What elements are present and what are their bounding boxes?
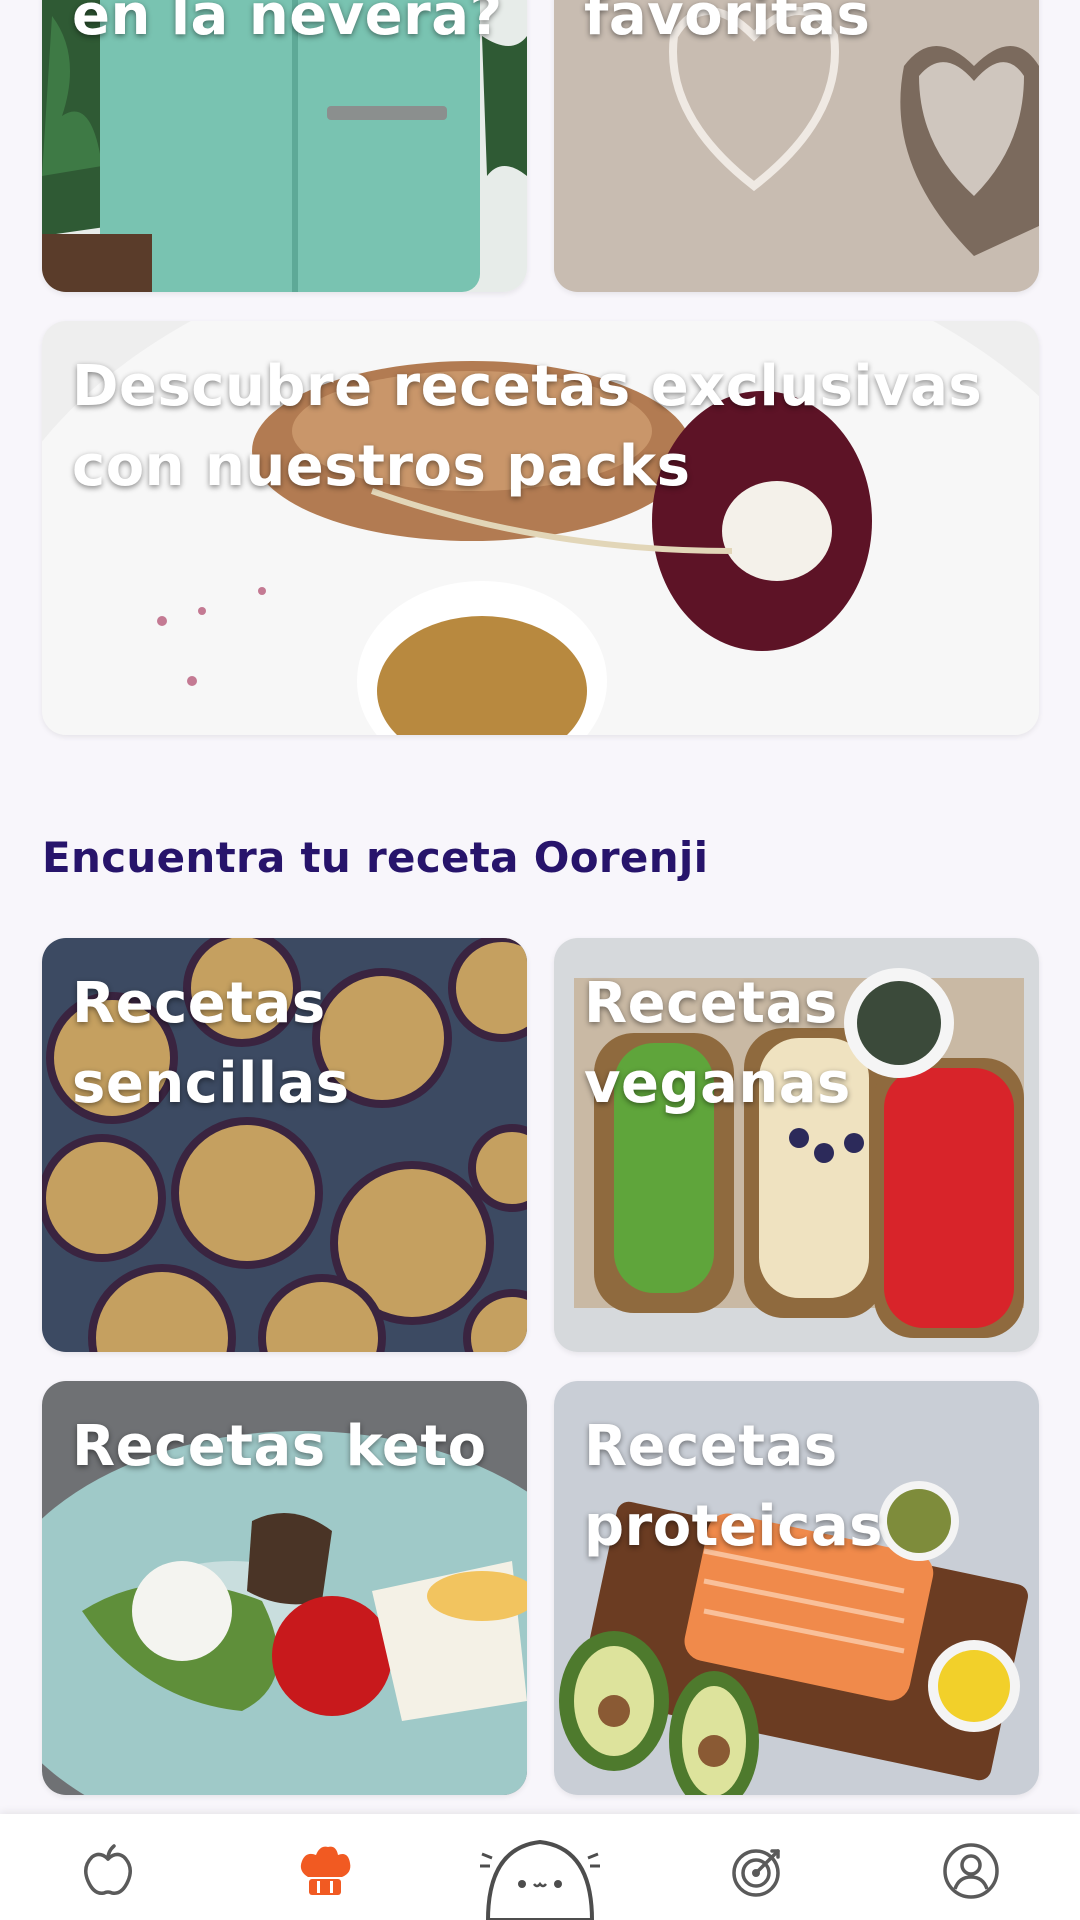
- vegan-recipes-title: Recetas veganas: [584, 971, 851, 1116]
- chef-hat-icon: [300, 1846, 351, 1895]
- favorites-card-title: favoritas: [584, 0, 871, 48]
- packs-banner[interactable]: Descubre recetas exclusivas con nuestros…: [42, 321, 1039, 735]
- protein-recipes-title: Recetas proteicas: [584, 1414, 883, 1559]
- fridge-card-title: en la nevera?: [72, 0, 503, 48]
- fridge-card[interactable]: en la nevera?: [42, 0, 527, 292]
- keto-recipes-title: Recetas keto: [72, 1414, 487, 1479]
- nav-home[interactable]: [480, 1808, 600, 1920]
- nav-goals[interactable]: [723, 1836, 793, 1906]
- mascot-icon: [480, 1839, 600, 1920]
- keto-recipes-card[interactable]: Recetas keto: [42, 1381, 527, 1795]
- vegan-recipes-card[interactable]: Recetas veganas: [554, 938, 1039, 1352]
- favorites-card[interactable]: favoritas: [554, 0, 1039, 292]
- packs-banner-title: Descubre recetas exclusivas con nuestros…: [72, 354, 983, 499]
- target-icon: [732, 1849, 780, 1897]
- user-icon: [943, 1843, 999, 1899]
- section-title: Encuentra tu receta Oorenji: [42, 833, 709, 882]
- apple-icon: [84, 1844, 132, 1895]
- nav-recipes[interactable]: [289, 1836, 359, 1906]
- nav-profile[interactable]: [936, 1836, 1006, 1906]
- protein-recipes-card[interactable]: Recetas proteicas: [554, 1381, 1039, 1795]
- simple-recipes-card[interactable]: Recetas sencillas: [42, 938, 527, 1352]
- nav-nutrition[interactable]: [73, 1836, 143, 1906]
- simple-recipes-title: Recetas sencillas: [72, 971, 350, 1116]
- bottom-navigation: [0, 1814, 1080, 1920]
